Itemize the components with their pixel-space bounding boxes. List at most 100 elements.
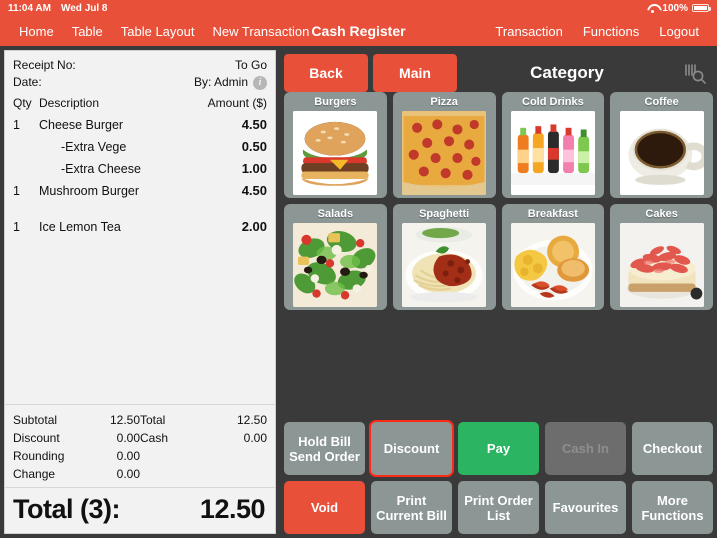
item-description: Mushroom Burger xyxy=(39,184,140,198)
total-left-value: 0.00 xyxy=(116,449,140,463)
category-label: Burgers xyxy=(314,96,357,108)
nav-item-logout[interactable]: Logout xyxy=(649,24,709,39)
category-tile-coffee[interactable]: Coffee xyxy=(610,92,713,198)
total-right-value: 0.00 xyxy=(243,431,267,445)
item-spacer xyxy=(13,202,267,216)
nav-item-home[interactable]: Home xyxy=(10,24,63,39)
checkout-button[interactable]: Checkout xyxy=(632,422,713,475)
column-header-amount: Amount ($) xyxy=(207,96,267,110)
favourites-button[interactable]: Favourites xyxy=(545,481,626,534)
total-right-value: 12.50 xyxy=(236,413,267,427)
total-left-value: 0.00 xyxy=(116,467,140,481)
category-image-breakfast xyxy=(510,223,595,307)
nav-right-group: Transaction Functions Logout xyxy=(485,24,717,39)
receipt-no-value: To Go xyxy=(234,58,267,72)
total-left-label: Change xyxy=(13,467,56,481)
back-button[interactable]: Back xyxy=(284,54,368,92)
receipt-item-list[interactable]: 1 Cheese Burger 4.50 -Extra Vege 0.50 -Extra … xyxy=(5,112,275,404)
nav-item-transaction[interactable]: Transaction xyxy=(485,24,572,39)
wifi-icon xyxy=(647,4,658,13)
total-left-label: Discount xyxy=(13,431,60,445)
category-label: Salads xyxy=(317,208,354,220)
totals-right-column: Total 12.50 Cash 0.00 xyxy=(140,411,267,483)
receipt-item-row[interactable]: 1 Cheese Burger 4.50 xyxy=(13,114,267,136)
category-label: Spaghetti xyxy=(419,208,470,220)
category-image-coffee xyxy=(619,111,704,195)
category-image-cake xyxy=(619,223,704,307)
total-left-row: Rounding 0.00 xyxy=(13,447,140,465)
totals-left-column: Subtotal 12.50 Discount 0.00 Rounding 0.00 Cha… xyxy=(13,411,140,483)
receipt-item-row[interactable]: 1 Ice Lemon Tea 2.00 xyxy=(13,216,267,238)
receipt-no-row: Receipt No: To Go xyxy=(13,57,267,74)
receipt-item-row[interactable]: 1 Mushroom Burger 4.50 xyxy=(13,180,267,202)
total-right-label: Cash xyxy=(140,431,169,445)
receipt-totals: Subtotal 12.50 Discount 0.00 Rounding 0.00 Cha… xyxy=(5,404,275,487)
total-right-label: Total xyxy=(140,413,166,427)
item-description: -Extra Vege xyxy=(61,140,127,154)
barcode-search-icon[interactable] xyxy=(683,62,707,84)
pay-button[interactable]: Pay xyxy=(458,422,539,475)
category-title: Category xyxy=(530,63,604,82)
item-description: -Extra Cheese xyxy=(61,162,141,176)
total-left-value: 0.00 xyxy=(116,431,140,445)
category-label: Pizza xyxy=(430,96,458,108)
status-right: 100% xyxy=(647,2,711,14)
total-left-label: Rounding xyxy=(13,449,65,463)
void-button[interactable]: Void xyxy=(284,481,365,534)
category-tile-cold-drinks[interactable]: Cold Drinks xyxy=(501,92,605,198)
total-right-row: Cash 0.00 xyxy=(140,429,267,447)
category-toolbar: Back Main Category xyxy=(280,50,717,92)
category-image-burger xyxy=(293,111,378,195)
receipt-item-row[interactable]: -Extra Cheese 1.00 xyxy=(13,158,267,180)
category-label: Cakes xyxy=(645,208,678,220)
category-tile-cake[interactable]: Cakes xyxy=(610,204,713,310)
receipt-item-row[interactable]: -Extra Vege 0.50 xyxy=(13,136,267,158)
battery-percent: 100% xyxy=(662,2,688,14)
total-left-label: Subtotal xyxy=(13,413,58,427)
category-image-cold-drinks xyxy=(510,111,595,195)
receipt-no-label: Receipt No: xyxy=(13,58,76,72)
column-header-qty: Qty xyxy=(13,96,32,110)
total-left-row: Discount 0.00 xyxy=(13,429,140,447)
print-order-list-button[interactable]: Print Order List xyxy=(458,481,539,534)
item-amount: 2.00 xyxy=(241,219,267,234)
category-tile-pizza[interactable]: Pizza xyxy=(392,92,496,198)
hold-bill-send-order-button[interactable]: Hold Bill Send Order xyxy=(284,422,365,475)
nav-item-functions[interactable]: Functions xyxy=(573,24,649,39)
category-tile-spaghetti[interactable]: Spaghetti xyxy=(392,204,496,310)
total-left-row: Change 0.00 xyxy=(13,465,140,483)
operator-text: By: Admin xyxy=(193,75,248,89)
total-right-row: Total 12.50 xyxy=(140,411,267,429)
right-pane: Back Main Category Burgers Pizza Cold Dr… xyxy=(280,46,717,538)
discount-button[interactable]: Discount xyxy=(371,422,452,475)
receipt-operator-value: By: Admin i xyxy=(194,74,267,91)
category-grid: Burgers Pizza Cold Drinks Coffee Salads … xyxy=(284,92,713,310)
category-tile-breakfast[interactable]: Breakfast xyxy=(501,204,605,310)
item-description: Ice Lemon Tea xyxy=(39,220,121,234)
more-functions-button[interactable]: More Functions xyxy=(632,481,713,534)
item-amount: 0.50 xyxy=(241,139,267,154)
nav-item-table-layout[interactable]: Table Layout xyxy=(112,24,204,39)
item-amount: 1.00 xyxy=(241,161,267,176)
receipt-date-label: Date: xyxy=(13,75,42,89)
info-icon[interactable]: i xyxy=(253,75,267,90)
item-qty: 1 xyxy=(13,118,20,132)
category-image-pizza xyxy=(402,111,487,195)
main-button[interactable]: Main xyxy=(373,54,457,92)
grand-total-label: Total (3): xyxy=(13,494,120,524)
grand-total-row: Total (3): 12.50 xyxy=(5,487,275,533)
grand-total-value: 12.50 xyxy=(199,494,266,524)
action-button-grid: Hold Bill Send Order Discount Pay Cash In Ch… xyxy=(284,422,713,534)
pos-screen: 11:04 AM Wed Jul 8 100% Home Table Table… xyxy=(0,0,717,538)
item-qty: 1 xyxy=(13,184,20,198)
print-current-bill-button[interactable]: Print Current Bill xyxy=(371,481,452,534)
status-bar: 11:04 AM Wed Jul 8 100% xyxy=(0,0,717,16)
nav-item-table[interactable]: Table xyxy=(63,24,112,39)
category-tile-burger[interactable]: Burgers xyxy=(284,92,387,198)
item-amount: 4.50 xyxy=(241,117,267,132)
item-qty: 1 xyxy=(13,220,20,234)
nav-item-new-transaction[interactable]: New Transaction xyxy=(204,24,319,39)
total-left-row: Subtotal 12.50 xyxy=(13,411,140,429)
category-tile-salad[interactable]: Salads xyxy=(284,204,387,310)
category-image-salad xyxy=(293,223,378,307)
